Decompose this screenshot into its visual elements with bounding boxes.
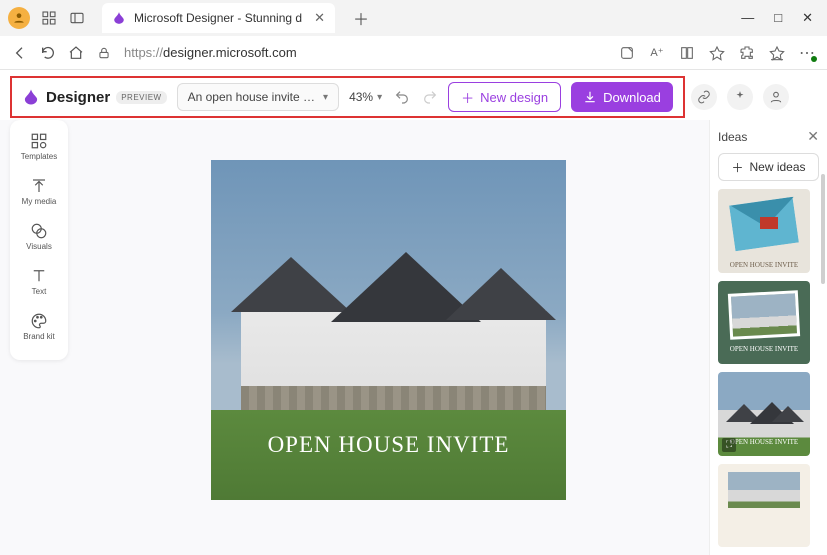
text-icon bbox=[30, 267, 48, 285]
sidebar-item-text[interactable]: Text bbox=[10, 263, 68, 300]
back-button[interactable] bbox=[12, 45, 28, 61]
sidebar-item-templates[interactable]: Templates bbox=[10, 128, 68, 165]
download-button[interactable]: Download bbox=[571, 82, 673, 112]
sidebar-item-brand-kit[interactable]: Brand kit bbox=[10, 308, 68, 345]
idea-card[interactable]: OPEN HOUSE INVITE bbox=[718, 189, 810, 273]
idea-card[interactable] bbox=[718, 464, 810, 548]
extensions-icon[interactable] bbox=[739, 45, 755, 61]
chevron-down-icon: ▾ bbox=[323, 92, 328, 103]
ideas-panel-title: Ideas bbox=[718, 130, 747, 144]
favorite-star-icon[interactable] bbox=[709, 45, 725, 61]
designer-app-toolbar: Designer PREVIEW An open house invite … … bbox=[10, 76, 685, 118]
reading-list-icon[interactable] bbox=[679, 45, 695, 61]
site-info-lock-icon[interactable] bbox=[96, 45, 112, 61]
window-titlebar: Microsoft Designer - Stunning d ✕ ＋ ― □ … bbox=[0, 0, 827, 36]
visuals-icon bbox=[30, 222, 48, 240]
designer-logo[interactable]: Designer PREVIEW bbox=[22, 88, 167, 106]
ideas-panel: Ideas ✕ ＋ New ideas OPEN HOUSE INVITE OP… bbox=[709, 120, 827, 555]
read-aloud-icon[interactable]: A⁺ bbox=[649, 45, 665, 61]
share-icon[interactable] bbox=[619, 45, 635, 61]
idea-card[interactable]: OPEN HOUSE INVITE ⛶ bbox=[718, 372, 810, 456]
new-design-label: New design bbox=[480, 90, 548, 105]
new-ideas-button[interactable]: ＋ New ideas bbox=[718, 153, 819, 181]
new-ideas-label: New ideas bbox=[749, 160, 805, 174]
account-icon[interactable] bbox=[763, 84, 789, 110]
undo-button[interactable] bbox=[394, 89, 410, 105]
designer-logo-text: Designer bbox=[46, 89, 110, 106]
new-tab-button[interactable]: ＋ bbox=[353, 6, 369, 30]
sidebar-item-visuals[interactable]: Visuals bbox=[10, 218, 68, 255]
sparkle-icon[interactable] bbox=[727, 84, 753, 110]
window-close-button[interactable]: ✕ bbox=[802, 10, 813, 26]
window-maximize-button[interactable]: □ bbox=[774, 10, 782, 26]
chevron-down-icon: ▾ bbox=[377, 92, 382, 103]
idea-caption: OPEN HOUSE INVITE bbox=[718, 345, 810, 354]
upload-icon bbox=[30, 177, 48, 195]
idea-photo bbox=[728, 290, 800, 340]
templates-icon bbox=[30, 132, 48, 150]
idea-photo bbox=[728, 472, 800, 508]
sidebar-item-label: My media bbox=[22, 197, 57, 206]
scrollbar[interactable] bbox=[821, 174, 825, 284]
design-canvas[interactable]: OPEN HOUSE INVITE bbox=[211, 160, 566, 500]
download-label: Download bbox=[603, 90, 661, 105]
sidebar-item-label: Visuals bbox=[26, 242, 52, 251]
home-button[interactable] bbox=[68, 45, 84, 61]
plus-icon: ＋ bbox=[461, 88, 474, 107]
sidebar-item-label: Templates bbox=[21, 152, 57, 161]
idea-card[interactable]: OPEN HOUSE INVITE bbox=[718, 281, 810, 365]
plus-icon: ＋ bbox=[731, 159, 743, 176]
tab-actions-icon[interactable] bbox=[68, 9, 86, 27]
zoom-value: 43% bbox=[349, 90, 373, 104]
browser-toolbar: https://designer.microsoft.com A⁺ ⋯ bbox=[0, 36, 827, 70]
idea-caption: OPEN HOUSE INVITE bbox=[718, 261, 810, 269]
preview-badge: PREVIEW bbox=[116, 91, 166, 104]
profile-avatar[interactable] bbox=[8, 7, 30, 29]
tab-close-icon[interactable]: ✕ bbox=[314, 10, 325, 26]
window-minimize-button[interactable]: ― bbox=[741, 10, 754, 26]
expand-icon[interactable]: ⛶ bbox=[722, 438, 736, 452]
browser-tab[interactable]: Microsoft Designer - Stunning d ✕ bbox=[102, 3, 335, 33]
more-menu-icon[interactable]: ⋯ bbox=[799, 45, 815, 61]
sidebar-item-my-media[interactable]: My media bbox=[10, 173, 68, 210]
idea-roof bbox=[772, 406, 804, 422]
close-icon[interactable]: ✕ bbox=[807, 128, 819, 145]
canvas-headline-text[interactable]: OPEN HOUSE INVITE bbox=[211, 432, 566, 458]
designer-logo-icon bbox=[22, 88, 40, 106]
favorites-bar-icon[interactable] bbox=[769, 45, 785, 61]
download-icon bbox=[583, 90, 597, 104]
new-design-button[interactable]: ＋ New design bbox=[448, 82, 561, 112]
tab-title: Microsoft Designer - Stunning d bbox=[134, 11, 302, 25]
sidebar-item-label: Text bbox=[32, 287, 47, 296]
sidebar-item-label: Brand kit bbox=[23, 332, 55, 341]
refresh-button[interactable] bbox=[40, 45, 56, 61]
left-sidebar: Templates My media Visuals Text Brand ki… bbox=[10, 120, 68, 360]
project-name-text: An open house invite … bbox=[188, 90, 315, 104]
project-name-dropdown[interactable]: An open house invite … ▾ bbox=[177, 83, 339, 111]
address-bar[interactable]: https://designer.microsoft.com bbox=[124, 45, 297, 60]
palette-icon bbox=[30, 312, 48, 330]
house-tag-icon bbox=[760, 217, 778, 229]
canvas-house-roof bbox=[446, 268, 556, 320]
zoom-dropdown[interactable]: 43% ▾ bbox=[349, 90, 382, 104]
link-icon[interactable] bbox=[691, 84, 717, 110]
redo-button[interactable] bbox=[422, 89, 438, 105]
designer-favicon-icon bbox=[112, 11, 126, 25]
workspaces-icon[interactable] bbox=[40, 9, 58, 27]
